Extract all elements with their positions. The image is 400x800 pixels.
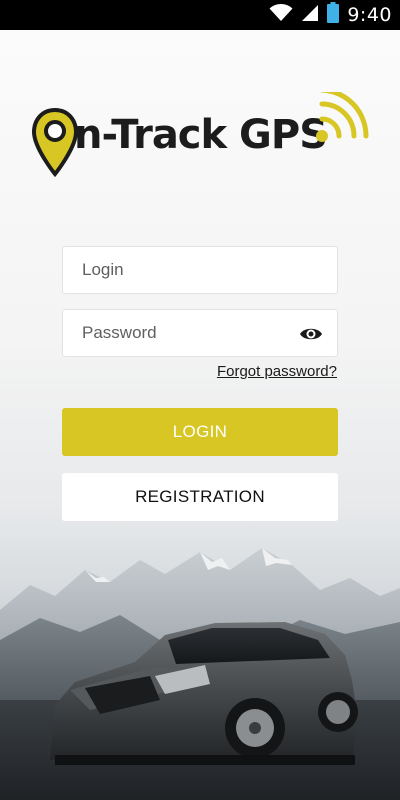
battery-icon (327, 2, 340, 28)
status-time: 9:40 (347, 4, 392, 26)
login-input[interactable] (82, 260, 282, 280)
app-logo: n-Track GPS (30, 90, 370, 180)
login-field[interactable] (62, 246, 338, 294)
forgot-password-link[interactable]: Forgot password? (217, 363, 337, 380)
wifi-icon (269, 3, 293, 27)
registration-button[interactable]: REGISTRATION (62, 473, 338, 521)
password-field[interactable] (62, 309, 338, 357)
password-input[interactable] (82, 323, 282, 343)
cellular-signal-icon (301, 4, 319, 27)
eye-icon[interactable] (299, 323, 323, 345)
status-bar: 9:40 (0, 0, 400, 30)
logo-text: n-Track GPS (74, 112, 328, 158)
login-button[interactable]: LOGIN (62, 408, 338, 456)
signal-arcs-icon (316, 92, 369, 142)
